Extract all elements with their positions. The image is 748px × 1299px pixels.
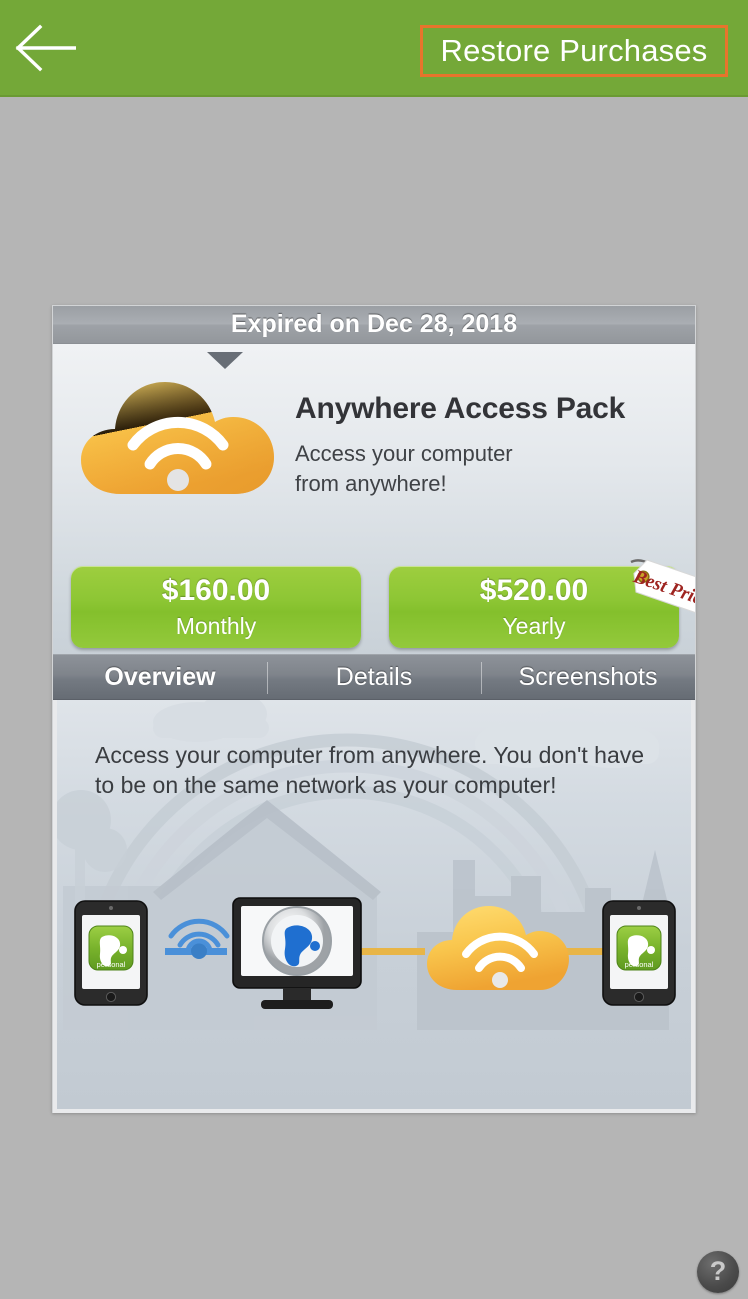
- tablet-app-label-left: personal: [97, 960, 126, 969]
- best-price-tag: Best Price: [630, 559, 695, 615]
- product-card: Expired on Dec 28, 2018 Anywhere Access …: [52, 305, 696, 1113]
- pack-subtitle: Access your computer from anywhere!: [295, 441, 513, 496]
- overview-panel: Access your computer from anywhere. You …: [53, 700, 695, 1113]
- tab-overview-label: Overview: [104, 662, 216, 691]
- tab-bar: Overview Details Screenshots: [53, 654, 695, 700]
- tablet-left-icon: personal: [74, 900, 148, 1006]
- price-button-yearly[interactable]: $520.00 Yearly Best Price: [389, 559, 695, 648]
- price-options: $160.00 Monthly $520.00 Yearly Best Pric…: [53, 559, 695, 654]
- active-tab-pointer: [207, 352, 243, 369]
- expiry-banner: Expired on Dec 28, 2018: [53, 306, 695, 344]
- back-arrow-icon: [15, 24, 78, 72]
- product-hero: Anywhere Access Pack Access your compute…: [53, 344, 695, 654]
- overview-description: Access your computer from anywhere. You …: [95, 742, 645, 798]
- price-amount-monthly: $160.00: [161, 574, 271, 607]
- cloud-wifi-diagram-icon: [427, 906, 569, 990]
- tab-screenshots-label: Screenshots: [518, 662, 658, 691]
- back-button[interactable]: [14, 24, 78, 72]
- cloud-wifi-icon: [81, 382, 274, 494]
- tab-details[interactable]: Details: [267, 655, 481, 699]
- connection-diagram: personal personal: [74, 897, 676, 1009]
- tablet-app-label-right: personal: [625, 960, 654, 969]
- app-header: Restore Purchases: [0, 0, 748, 97]
- tab-details-label: Details: [335, 662, 413, 691]
- link-orange-left: [357, 948, 425, 955]
- price-button-monthly[interactable]: $160.00 Monthly: [71, 566, 361, 648]
- tablet-right-icon: personal: [602, 900, 676, 1006]
- expiry-text: Expired on Dec 28, 2018: [230, 310, 518, 338]
- help-button[interactable]: ?: [697, 1251, 739, 1293]
- restore-purchases-button[interactable]: Restore Purchases: [420, 25, 728, 77]
- question-mark-icon: ?: [709, 1255, 727, 1286]
- tab-screenshots[interactable]: Screenshots: [481, 655, 695, 699]
- pack-title: Anywhere Access Pack: [295, 392, 626, 425]
- monitor-icon: [232, 897, 362, 1009]
- tab-overview[interactable]: Overview: [53, 655, 267, 699]
- restore-purchases-label: Restore Purchases: [440, 33, 708, 68]
- price-period-monthly: Monthly: [175, 613, 257, 639]
